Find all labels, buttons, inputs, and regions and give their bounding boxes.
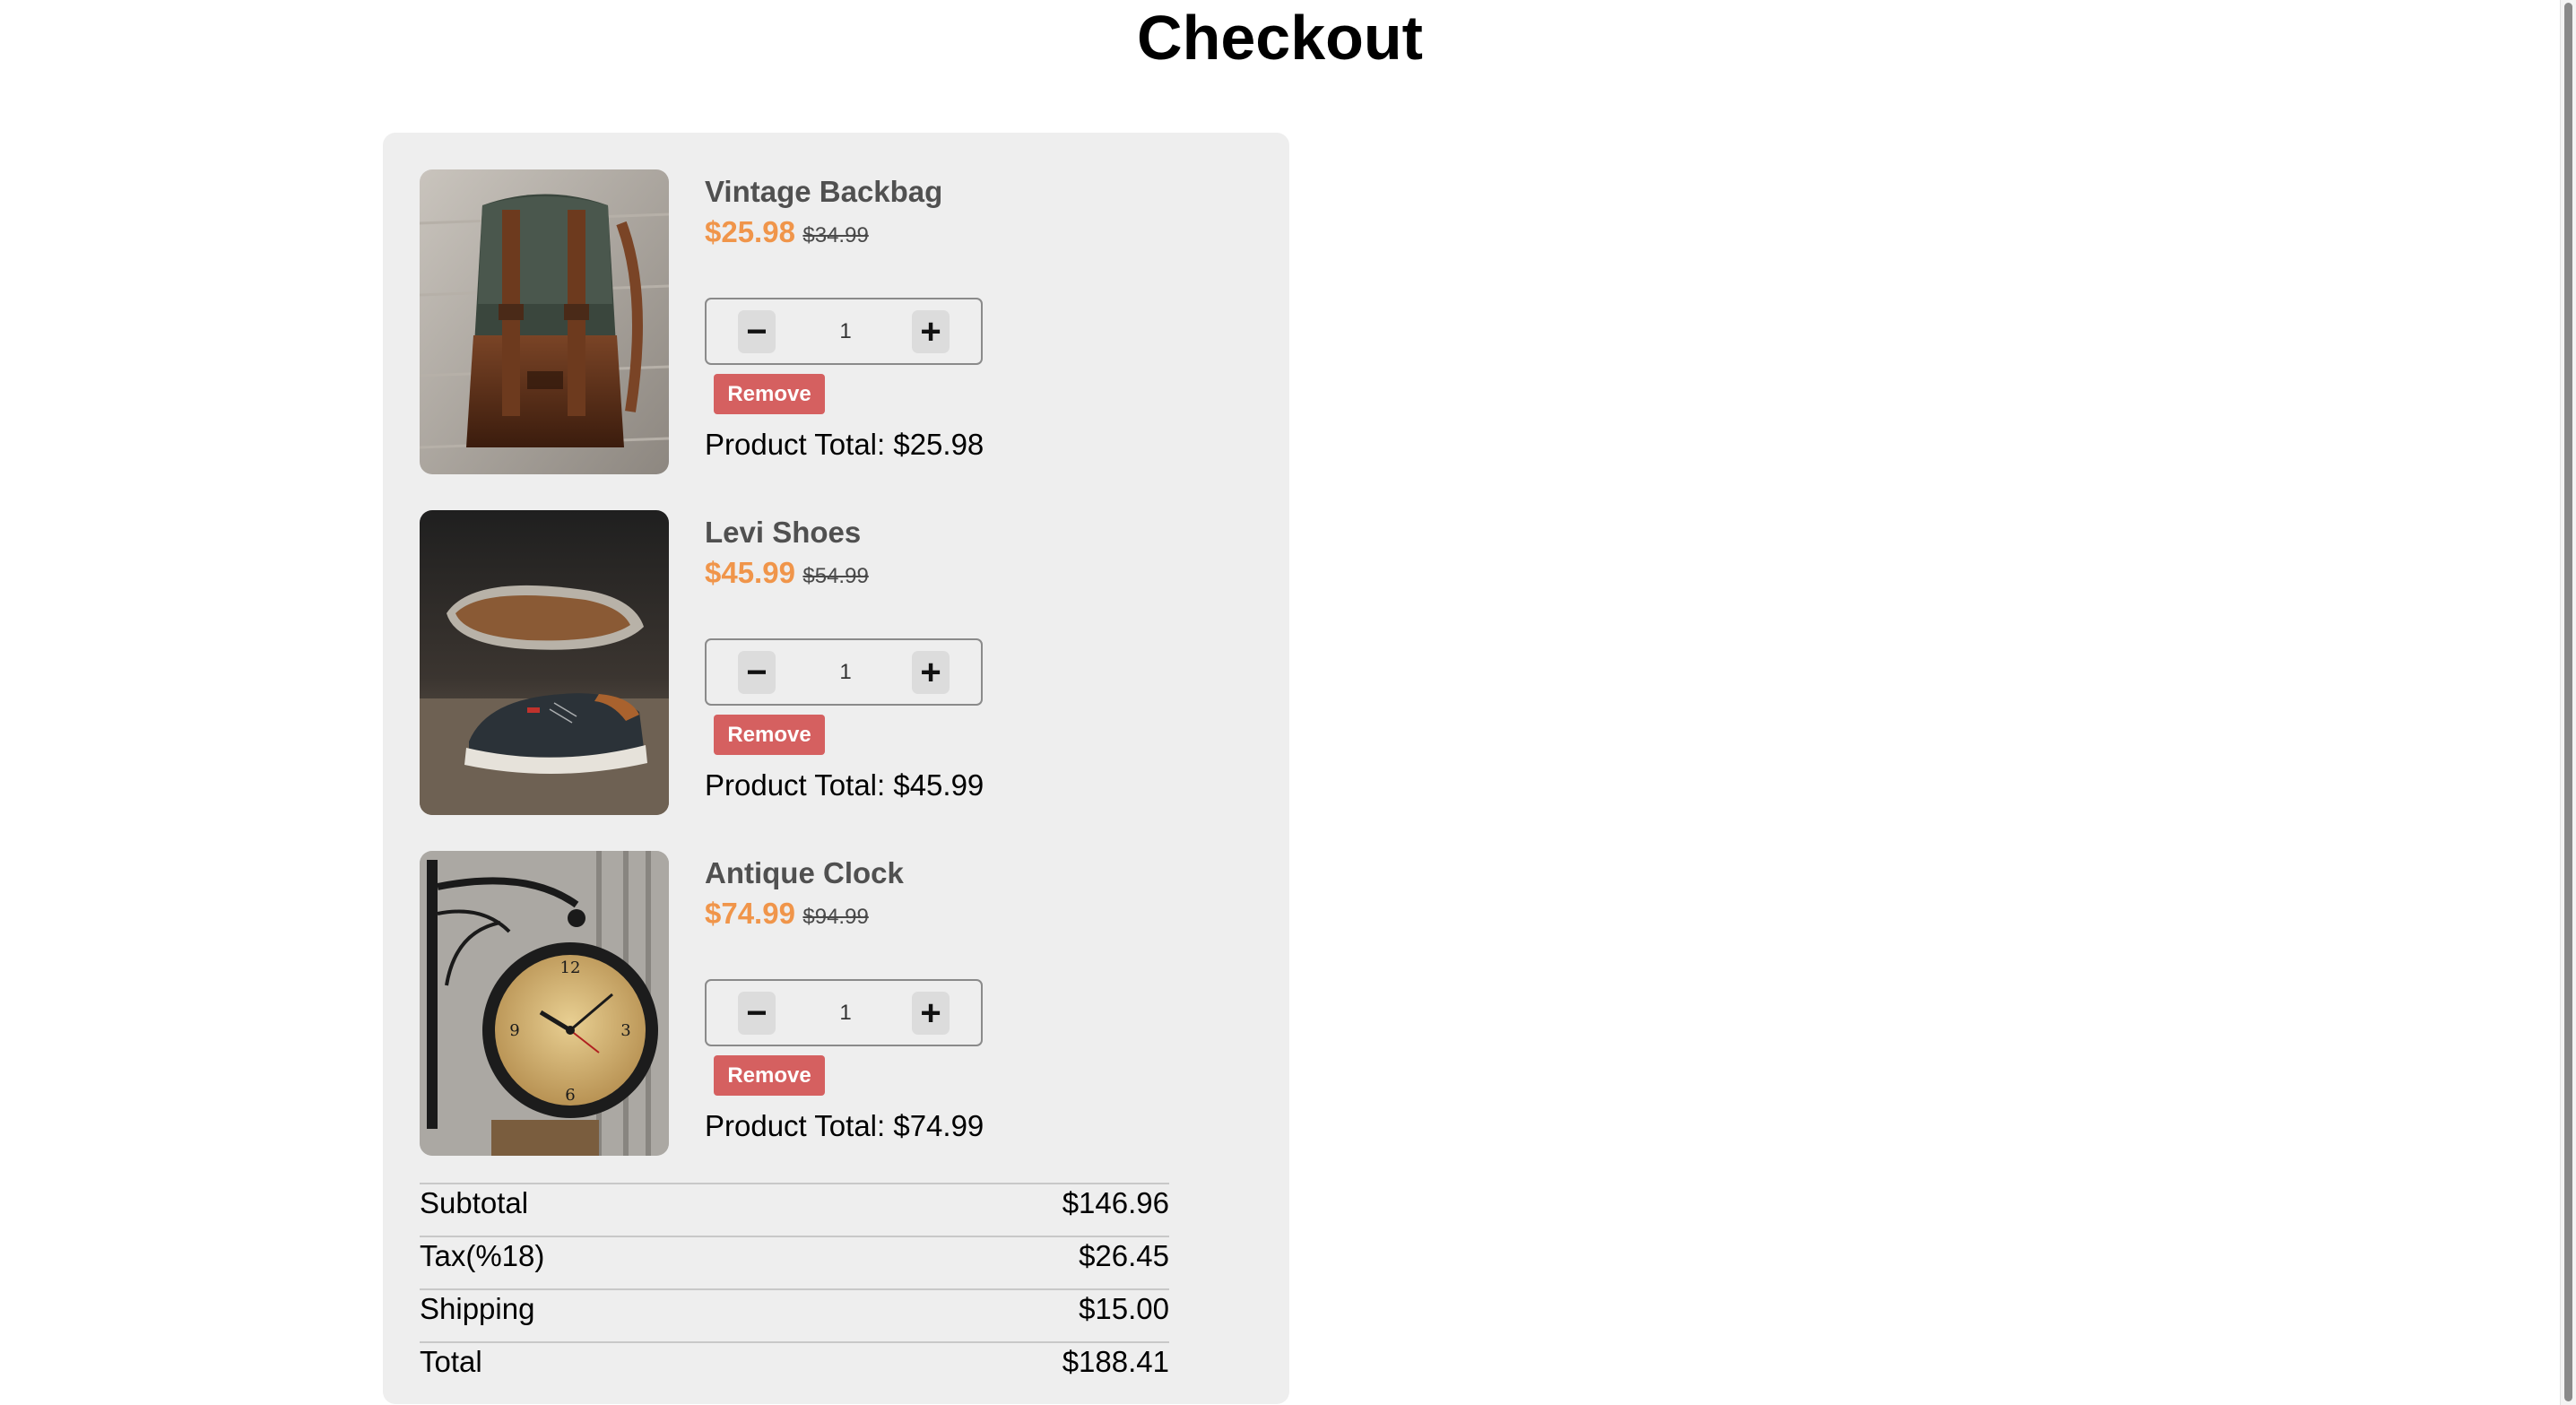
svg-text:9: 9 — [509, 1021, 519, 1040]
summary-label: Subtotal — [420, 1186, 529, 1219]
summary-value: $15.00 — [1079, 1292, 1169, 1325]
summary-row-shipping: Shipping $15.00 — [420, 1288, 1169, 1341]
quantity-value[interactable]: 1 — [814, 310, 877, 353]
increase-quantity-button[interactable]: + — [912, 310, 950, 353]
sale-price: $74.99 — [705, 897, 795, 930]
vertical-scrollbar[interactable] — [2560, 0, 2576, 1405]
product-name: Antique Clock — [705, 856, 904, 889]
scrollbar-thumb[interactable] — [2564, 3, 2572, 1401]
quantity-stepper: − 1 + — [705, 979, 983, 1046]
sale-price: $45.99 — [705, 556, 795, 589]
original-price: $54.99 — [802, 564, 869, 588]
decrease-quantity-button[interactable]: − — [738, 651, 776, 694]
summary-label: Shipping — [420, 1292, 535, 1325]
svg-text:12: 12 — [560, 958, 581, 977]
original-price: $94.99 — [802, 905, 869, 929]
decrease-quantity-button[interactable]: − — [738, 310, 776, 353]
summary-row-tax: Tax(%18) $26.45 — [420, 1236, 1169, 1288]
summary-row-total: Total $188.41 — [420, 1341, 1169, 1394]
summary-row-subtotal: Subtotal $146.96 — [420, 1183, 1169, 1236]
product-total: Product Total: $25.98 — [705, 428, 984, 461]
product-name: Levi Shoes — [705, 516, 862, 549]
shoes-photo — [420, 510, 669, 815]
cart-item: Levi Shoes $45.99 $54.99 − 1 + Remove Pr… — [420, 510, 1280, 815]
original-price: $34.99 — [802, 223, 869, 247]
summary-value: $146.96 — [1062, 1186, 1169, 1219]
sale-price: $25.98 — [705, 215, 795, 248]
svg-text:3: 3 — [620, 1021, 630, 1040]
clock-photo: 12 3 6 9 — [420, 851, 669, 1156]
price-row: $25.98 $34.99 — [705, 214, 869, 256]
order-summary: Subtotal $146.96 Tax(%18) $26.45 Shippin… — [420, 1183, 1169, 1394]
increase-quantity-button[interactable]: + — [912, 651, 950, 694]
summary-value: $26.45 — [1079, 1239, 1169, 1272]
cart-item: 12 3 6 9 Antique Clock $74.99 $94.99 − 1… — [420, 851, 1280, 1156]
summary-label: Tax(%18) — [420, 1239, 545, 1272]
decrease-quantity-button[interactable]: − — [738, 992, 776, 1035]
product-name: Vintage Backbag — [705, 175, 943, 208]
quantity-stepper: − 1 + — [705, 298, 983, 365]
summary-value: $188.41 — [1062, 1345, 1169, 1378]
remove-button[interactable]: Remove — [714, 374, 825, 414]
svg-text:6: 6 — [565, 1086, 575, 1105]
remove-button[interactable]: Remove — [714, 1055, 825, 1096]
product-total: Product Total: $74.99 — [705, 1109, 984, 1142]
product-total: Product Total: $45.99 — [705, 768, 984, 802]
cart-item: Vintage Backbag $25.98 $34.99 − 1 + Remo… — [420, 169, 1280, 474]
backpack-photo — [420, 169, 669, 474]
checkout-page: Checkout Vintage Backbag $25.98 $34.99 −… — [0, 0, 2576, 1405]
quantity-value[interactable]: 1 — [814, 651, 877, 694]
quantity-stepper: − 1 + — [705, 638, 983, 706]
quantity-value[interactable]: 1 — [814, 992, 877, 1035]
price-row: $45.99 $54.99 — [705, 555, 869, 597]
summary-label: Total — [420, 1345, 482, 1378]
page-title: Checkout — [1137, 3, 1423, 73]
remove-button[interactable]: Remove — [714, 715, 825, 755]
increase-quantity-button[interactable]: + — [912, 992, 950, 1035]
cart-panel: Vintage Backbag $25.98 $34.99 − 1 + Remo… — [383, 133, 1289, 1404]
price-row: $74.99 $94.99 — [705, 896, 869, 938]
